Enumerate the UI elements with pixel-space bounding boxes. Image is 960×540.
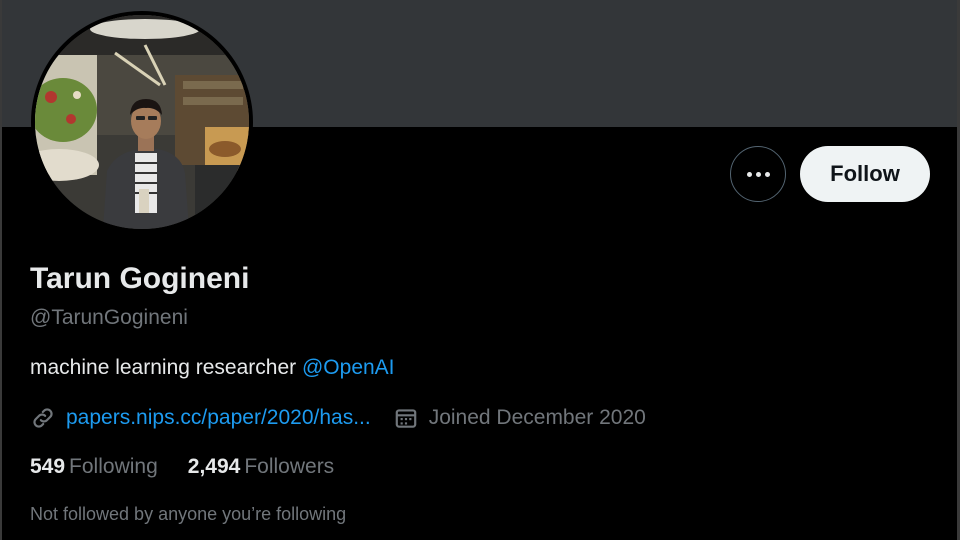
followers-label: Followers (244, 455, 335, 478)
avatar-photo (35, 15, 249, 229)
followers-link[interactable]: 2,494 Followers (188, 455, 334, 479)
profile-name: Tarun Gogineni (30, 262, 250, 295)
profile-meta: papers.nips.cc/paper/2020/has... Joined … (30, 404, 646, 432)
following-count: 549 (30, 455, 66, 478)
following-link[interactable]: 549 Following (30, 455, 158, 479)
avatar[interactable] (31, 11, 253, 233)
bio-text: machine learning researcher (30, 356, 302, 379)
link-icon (30, 405, 56, 431)
bio-mention-link[interactable]: @OpenAI (302, 356, 395, 379)
profile-handle: @TarunGogineni (30, 306, 188, 329)
joined-date: Joined December 2020 (428, 406, 646, 429)
not-followed-notice: Not followed by anyone you’re following (30, 504, 347, 524)
following-label: Following (69, 455, 158, 478)
calendar-icon (393, 405, 419, 431)
profile-bio: machine learning researcher @OpenAI (30, 356, 395, 380)
more-options-button[interactable] (730, 146, 786, 202)
website-link[interactable]: papers.nips.cc/paper/2020/has... (66, 406, 371, 430)
window-frame-left (0, 0, 2, 540)
follow-stats: 549 Following 2,494 Followers (30, 455, 334, 479)
more-horizontal-icon (746, 171, 770, 177)
followers-count: 2,494 (187, 455, 241, 478)
follow-button[interactable]: Follow (800, 146, 930, 202)
